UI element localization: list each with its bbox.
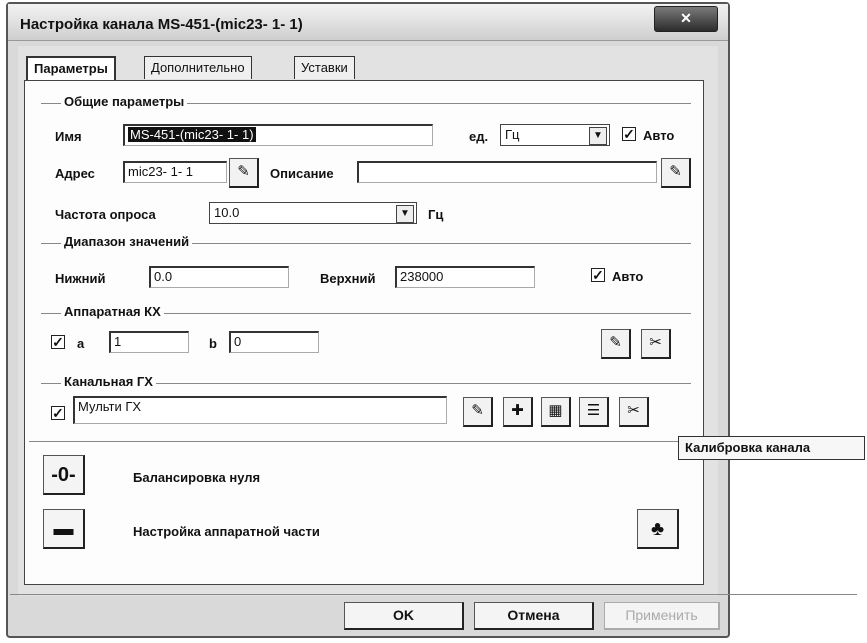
hw-group-label: Аппаратная КХ <box>61 304 164 319</box>
channel-table-button[interactable]: ▦ <box>541 397 571 427</box>
hw-edit-button[interactable]: ✎ <box>601 329 631 359</box>
zero-balance-label: Балансировка нуля <box>133 470 261 485</box>
unit-auto-checkbox[interactable]: ✓ <box>622 127 636 141</box>
name-field[interactable]: MS-451-(mic23- 1- 1) <box>123 124 433 146</box>
name-label: Имя <box>55 129 82 144</box>
edit-icon: ✎ <box>669 163 682 180</box>
general-group-label: Общие параметры <box>61 94 188 109</box>
channel-enabled-checkbox[interactable]: ✓ <box>51 406 65 420</box>
apply-button[interactable]: Применить <box>604 602 720 630</box>
folder-edit-icon: ✎ <box>237 163 250 180</box>
channel-add-button[interactable]: ✚ <box>503 397 533 427</box>
footer-divider <box>10 594 857 595</box>
tab-setpoints[interactable]: Уставки <box>294 56 355 79</box>
a-label: a <box>77 336 85 351</box>
cancel-button[interactable]: Отмена <box>474 602 594 630</box>
b-field[interactable]: 0 <box>229 331 319 353</box>
channel-char-field[interactable]: Мульти ГХ <box>73 396 447 424</box>
add-icon: ✚ <box>511 402 524 419</box>
calibrate-tooltip: Калибровка канала <box>678 436 865 460</box>
rate-label: Частота опроса <box>55 207 156 222</box>
description-field[interactable] <box>357 161 657 183</box>
hardware-icon: ▬ <box>53 518 74 540</box>
list-icon: ☰ <box>586 402 601 419</box>
actions-divider <box>29 441 699 442</box>
lower-label: Нижний <box>55 271 106 286</box>
hw-setup-label: Настройка аппаратной части <box>133 524 320 539</box>
tab-parameters[interactable]: Параметры <box>26 56 116 80</box>
ok-button[interactable]: OK <box>344 602 464 630</box>
tree-view-button[interactable]: ♣ <box>637 509 679 549</box>
edit-icon: ✎ <box>471 402 484 419</box>
address-browse-button[interactable]: ✎ <box>229 158 259 188</box>
zero-balance-button[interactable]: -0- <box>43 455 85 495</box>
description-label: Описание <box>270 166 334 181</box>
unit-label: ед. <box>469 129 489 144</box>
channel-list-button[interactable]: ☰ <box>579 397 609 427</box>
lower-field[interactable]: 0.0 <box>149 266 289 288</box>
calibrate-icon: ✂ <box>627 402 640 419</box>
address-field[interactable]: mic23- 1- 1 <box>123 161 227 183</box>
chevron-down-icon[interactable]: ▼ <box>396 205 414 223</box>
edit-icon: ✎ <box>609 334 622 351</box>
title-bar[interactable]: Настройка канала MS-451-(mic23- 1- 1) ✕ <box>8 4 728 41</box>
a-field[interactable]: 1 <box>109 331 189 353</box>
range-group-label: Диапазон значений <box>61 234 193 249</box>
b-label: b <box>209 336 217 351</box>
tab-additional[interactable]: Дополнительно <box>144 56 252 79</box>
rate-unit: Гц <box>428 207 444 222</box>
parameters-panel: Общие параметры Имя MS-451-(mic23- 1- 1)… <box>24 80 704 585</box>
unit-value: Гц <box>505 127 520 142</box>
description-edit-button[interactable]: ✎ <box>661 158 691 188</box>
channel-edit-button[interactable]: ✎ <box>463 397 493 427</box>
channel-group-label: Канальная ГХ <box>61 374 156 389</box>
close-button[interactable]: ✕ <box>654 6 718 32</box>
hw-calibrate-button[interactable]: ✂ <box>641 329 671 359</box>
tree-icon: ♣ <box>650 518 665 540</box>
chevron-down-icon[interactable]: ▼ <box>589 127 607 145</box>
range-auto-checkbox[interactable]: ✓ <box>591 268 605 282</box>
calibrate-icon: ✂ <box>649 334 662 351</box>
name-value: MS-451-(mic23- 1- 1) <box>128 127 256 142</box>
hw-enabled-checkbox[interactable]: ✓ <box>51 335 65 349</box>
address-label: Адрес <box>55 166 95 181</box>
upper-field[interactable]: 238000 <box>395 266 535 288</box>
table-icon: ▦ <box>548 402 563 419</box>
channel-calibrate-button[interactable]: ✂ <box>619 397 649 427</box>
unit-auto-label: Авто <box>643 128 675 143</box>
zero-icon: -0- <box>51 464 76 486</box>
window-title: Настройка канала MS-451-(mic23- 1- 1) <box>20 16 303 33</box>
unit-select[interactable]: Гц ▼ <box>500 124 610 146</box>
upper-label: Верхний <box>320 271 376 286</box>
rate-value: 10.0 <box>214 205 240 220</box>
rate-select[interactable]: 10.0 ▼ <box>209 202 417 224</box>
hw-setup-button[interactable]: ▬ <box>43 509 85 549</box>
range-auto-label: Авто <box>612 269 644 284</box>
